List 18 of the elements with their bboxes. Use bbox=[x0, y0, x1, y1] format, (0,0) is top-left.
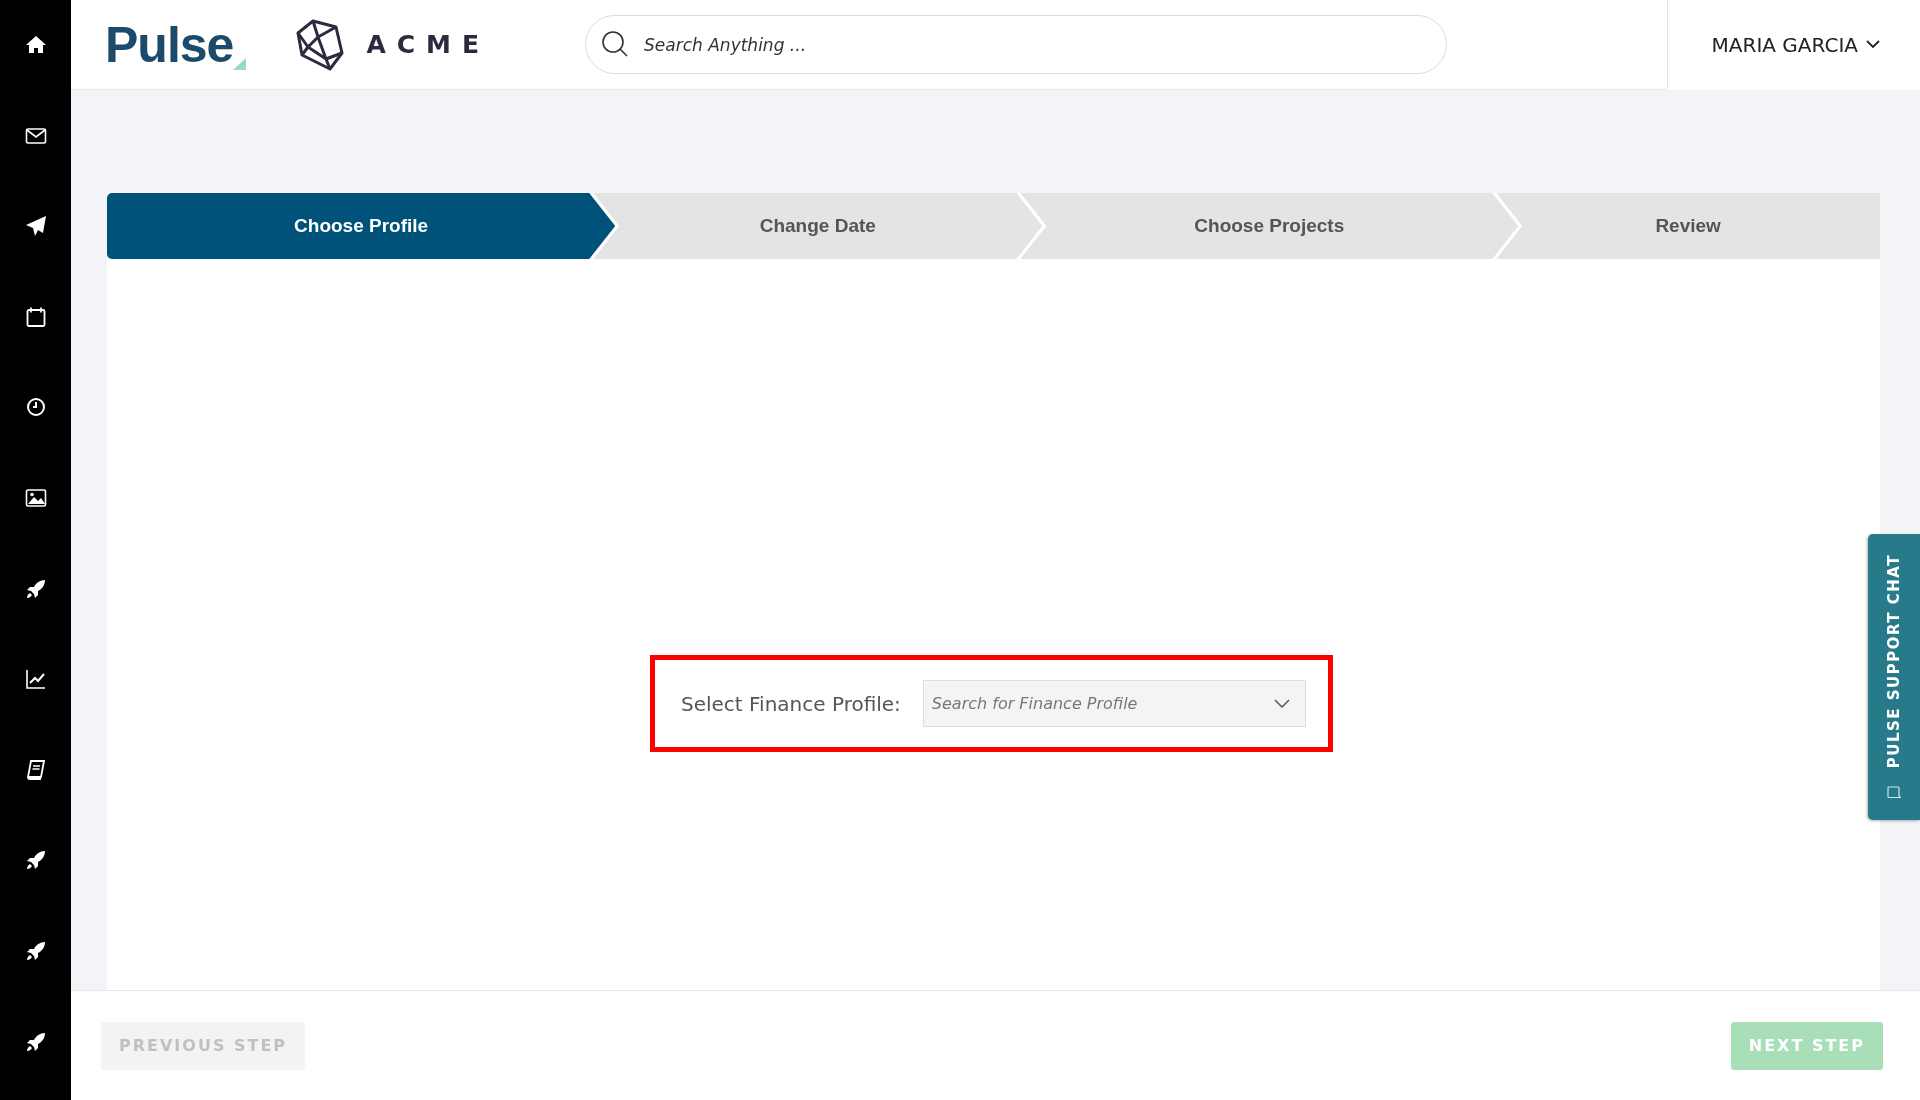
step-tab[interactable]: Choose Projects bbox=[1020, 193, 1519, 259]
pulse-logo-text: Pulse bbox=[105, 19, 234, 70]
chat-bubble-icon bbox=[1887, 786, 1901, 801]
finance-profile-select[interactable]: Search for Finance Profile bbox=[922, 680, 1306, 727]
chevron-down-icon bbox=[1274, 699, 1290, 708]
field-label: Select Finance Profile: bbox=[681, 691, 901, 716]
step-tab[interactable]: Change Date bbox=[593, 193, 1043, 259]
search-field[interactable]: Search Anything ... bbox=[585, 15, 1448, 74]
triangle-icon bbox=[233, 57, 247, 70]
step-tab[interactable]: Choose Profile bbox=[107, 193, 616, 259]
support-chat-tab[interactable]: PULSE SUPPORT CHAT bbox=[1868, 534, 1920, 820]
search-icon bbox=[601, 30, 630, 58]
polyhedron-logo-icon bbox=[296, 18, 345, 71]
chevron-down-icon bbox=[1866, 40, 1880, 49]
line-chart-icon[interactable] bbox=[23, 667, 48, 692]
user-menu-button[interactable]: MARIA GARCIA bbox=[1666, 0, 1920, 90]
brand-name: ACME bbox=[366, 30, 491, 59]
step-tab[interactable]: Review bbox=[1496, 193, 1880, 259]
